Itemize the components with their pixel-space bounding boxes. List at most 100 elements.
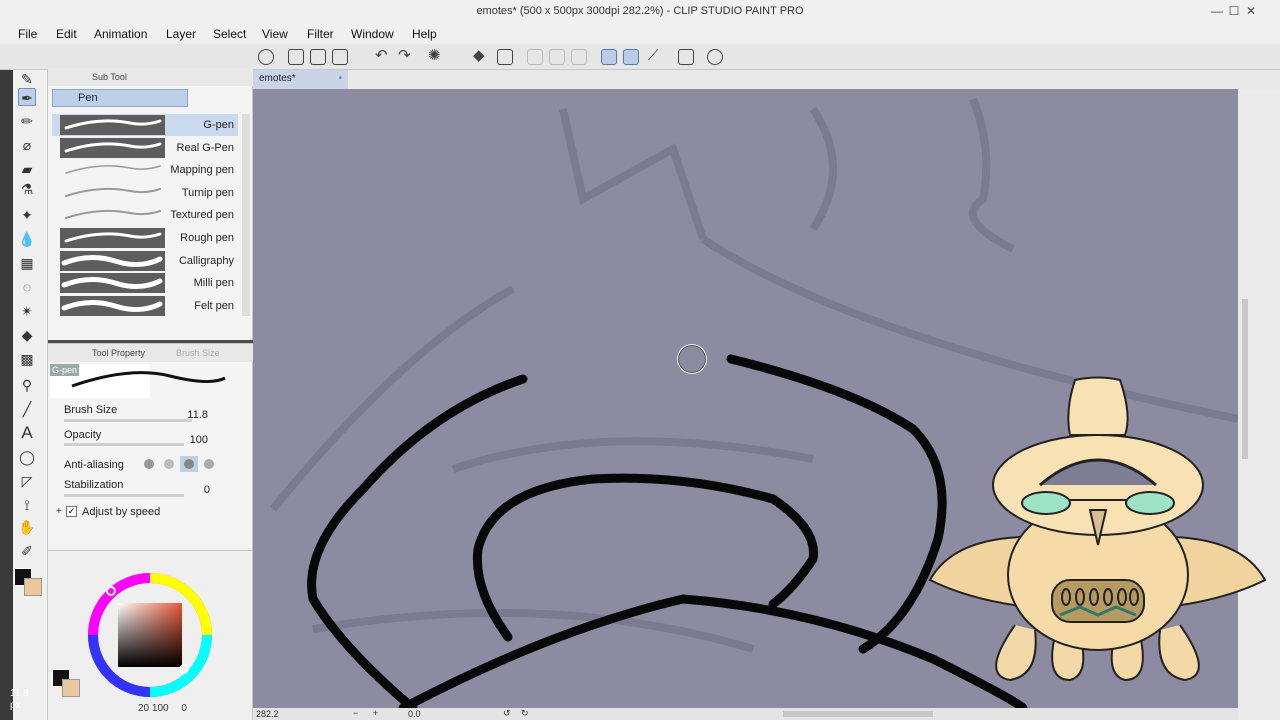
snap-ruler-icon[interactable] [601, 49, 617, 65]
brush-item[interactable]: Turnip pen [52, 182, 238, 204]
blend-tool-icon[interactable]: 💧 [18, 230, 36, 248]
brush-stroke-preview [60, 182, 165, 203]
brush-item[interactable]: Textured pen [52, 204, 238, 226]
eraser-tool-icon[interactable]: ▰ [18, 160, 36, 178]
invert-selection-icon[interactable] [571, 49, 587, 65]
decoration-tool-icon[interactable]: ⚗ [18, 180, 36, 198]
gradient-tool-icon[interactable]: ▩ [18, 350, 36, 368]
brush-item[interactable]: Real G-Pen [52, 137, 238, 159]
brush-tool-icon[interactable]: ⌀ [18, 136, 36, 154]
tool-column: ✎ ✒ ✏ ⌀ ▰ ⚗ ✦ 💧 ▦ ◌ ✴ ◆ ▩ ⚲ ╱ A ◯ ◸ ⟟ ✋ … [0, 70, 48, 720]
frame-tool-icon[interactable]: ◸ [18, 472, 36, 490]
adjust-by-speed-checkbox[interactable]: ✓ [66, 506, 77, 517]
close-tab-icon[interactable]: • [338, 73, 342, 84]
stabilization-value[interactable]: 0 [170, 484, 210, 496]
brush-item[interactable]: Mapping pen [52, 159, 238, 181]
document-tab-label: emotes* [259, 73, 296, 84]
open-folder-icon[interactable] [310, 49, 326, 65]
brush-item[interactable]: Rough pen [52, 227, 238, 249]
rotate-left-icon[interactable]: ↺ [503, 708, 511, 719]
secondary-color-swatch[interactable] [62, 679, 80, 697]
brush-stroke-preview [60, 250, 165, 271]
minimize-button[interactable]: — [1209, 3, 1225, 19]
brush-name: Real G-Pen [176, 141, 234, 154]
color-wheel-panel: 20 100 0 [48, 550, 253, 720]
window-title: emotes* (500 x 500px 300dpi 282.2%) - CL… [476, 5, 804, 17]
menu-filter[interactable]: Filter [307, 27, 334, 41]
new-file-icon[interactable] [288, 49, 304, 65]
hand-tool-icon[interactable]: ✋ [18, 518, 36, 536]
document-tab-bar [253, 70, 1280, 89]
brush-item[interactable]: Milli pen [52, 272, 238, 294]
save-icon[interactable] [332, 49, 348, 65]
clear-selection-icon[interactable] [527, 49, 543, 65]
expand-icon[interactable]: + [56, 506, 66, 517]
transform-icon[interactable] [497, 49, 513, 65]
close-button[interactable]: ✕ [1243, 3, 1259, 19]
pencil-tool-icon[interactable]: ✏ [18, 112, 36, 130]
antialiasing-selector[interactable] [144, 456, 224, 472]
rotate-right-icon[interactable]: ↻ [521, 708, 529, 719]
undo-icon[interactable]: ↶ [375, 47, 388, 65]
stroke-preview: G-pen [50, 364, 226, 398]
crop-icon[interactable] [549, 49, 565, 65]
brightness-icon[interactable]: ✺ [428, 47, 441, 65]
fill-tool-icon[interactable]: ◆ [18, 326, 36, 344]
picker-tool-icon[interactable]: ✐ [18, 542, 36, 560]
brush-size-value[interactable]: 11.8 [168, 409, 208, 421]
document-tab[interactable]: emotes* • [253, 70, 348, 89]
menu-edit[interactable]: Edit [56, 27, 77, 41]
opacity-value[interactable]: 100 [168, 434, 208, 446]
menu-select[interactable]: Select [213, 27, 246, 41]
color-readout-c: 0 [181, 703, 187, 714]
redo-icon[interactable]: ↷ [398, 47, 411, 65]
stabilization-slider[interactable] [64, 494, 184, 497]
pen-tool-small-icon[interactable]: ✎ [18, 70, 36, 88]
maximize-button[interactable]: ☐ [1226, 3, 1242, 19]
brush-name: Felt pen [194, 299, 234, 312]
eyedropper-tool-icon[interactable]: ⚲ [18, 376, 36, 394]
brush-item[interactable]: Calligraphy [52, 250, 238, 272]
rotation-readout[interactable]: 0.0 [408, 709, 421, 719]
balloon-tool-icon[interactable]: ◯ [18, 448, 36, 466]
fill-icon[interactable]: ◆ [473, 47, 485, 65]
figure-tool-icon[interactable]: ╱ [18, 400, 36, 418]
horizontal-scrollbar[interactable] [783, 711, 933, 717]
brush-list-scrollbar[interactable] [242, 114, 250, 316]
brush-name: Milli pen [193, 277, 234, 290]
settings-icon[interactable] [678, 49, 694, 65]
snap-grid-icon[interactable]: ⟋ [648, 47, 659, 65]
opacity-slider[interactable] [64, 443, 184, 446]
menu-view[interactable]: View [262, 27, 288, 41]
brush-size-tab[interactable]: Brush Size [176, 348, 220, 358]
auto-select-tool-icon[interactable]: ✴ [18, 302, 36, 320]
brush-name: G-pen [203, 119, 234, 131]
zoom-in-icon[interactable]: + [373, 708, 378, 718]
menu-animation[interactable]: Animation [94, 27, 147, 41]
sub-tool-label: Sub Tool [92, 72, 127, 82]
menu-layer[interactable]: Layer [166, 27, 196, 41]
brush-item[interactable]: Felt pen [52, 295, 238, 317]
sub-tool-panel: Sub Tool Pen G-pen Real G-Pen Mapping pen T… [48, 68, 253, 340]
grid-tool-icon[interactable]: ▦ [18, 254, 36, 272]
zoom-out-icon[interactable]: − [353, 708, 358, 718]
sub-color-swatch[interactable] [24, 578, 42, 596]
pen-group-tab[interactable]: Pen [52, 89, 188, 107]
help-icon[interactable] [707, 49, 723, 65]
clip-studio-icon[interactable] [258, 49, 274, 65]
brush-item[interactable]: G-pen [52, 114, 238, 136]
text-tool-icon[interactable]: A [18, 424, 36, 442]
brush-name: Calligraphy [178, 254, 234, 267]
sparkle-tool-icon[interactable]: ✦ [18, 206, 36, 224]
menu-file[interactable]: File [18, 27, 37, 41]
color-readout: 20 100 0 [138, 703, 187, 714]
snap-special-ruler-icon[interactable] [623, 49, 639, 65]
menu-window[interactable]: Window [351, 27, 394, 41]
brush-cursor [677, 344, 707, 374]
lasso-tool-icon[interactable]: ◌ [18, 278, 36, 296]
zoom-readout[interactable]: 282.2 [256, 709, 279, 719]
menu-help[interactable]: Help [412, 27, 437, 41]
pen-tool-icon[interactable]: ✒ [18, 88, 36, 106]
brush-name: Textured pen [170, 209, 234, 222]
ruler-tool-icon[interactable]: ⟟ [18, 496, 36, 514]
